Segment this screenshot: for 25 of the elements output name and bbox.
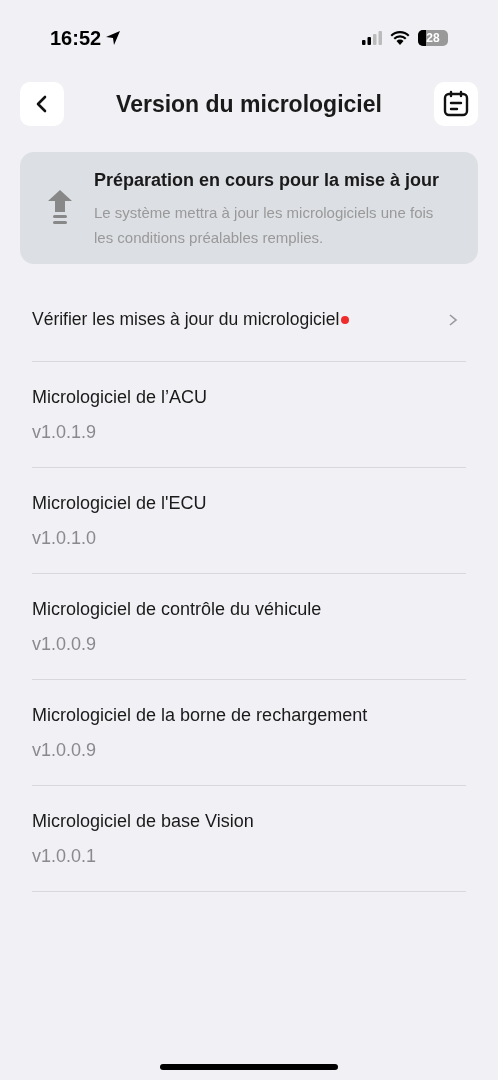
firmware-name: Micrologiciel de l’ACU bbox=[32, 385, 209, 409]
banner-text: Le système mettra à jour les micrologiciels une fois les conditions préalables remplies. bbox=[94, 203, 435, 248]
battery-icon: 28 bbox=[418, 30, 448, 46]
check-updates-label: Vérifier les mises à jour du micrologiciel bbox=[32, 308, 340, 332]
upload-icon bbox=[48, 190, 72, 226]
firmware-version: v1.0.0.9 bbox=[32, 738, 98, 762]
calendar-button[interactable] bbox=[434, 82, 478, 126]
check-updates-row[interactable]: Vérifier les mises à jour du micrologiciel bbox=[32, 278, 466, 362]
firmware-version: v1.0.0.9 bbox=[32, 632, 98, 656]
banner-title: Préparation en cours pour la mise à jour bbox=[94, 169, 441, 192]
chevron-right-icon bbox=[448, 312, 458, 327]
calendar-icon bbox=[442, 90, 470, 118]
firmware-version: v1.0.1.9 bbox=[32, 420, 98, 444]
back-button[interactable] bbox=[20, 82, 64, 126]
firmware-name: Micrologiciel de base Vision bbox=[32, 809, 255, 833]
location-arrow-icon bbox=[105, 30, 122, 46]
status-time: 16:52 bbox=[50, 26, 102, 51]
wifi-icon bbox=[390, 31, 410, 45]
page-title: Version du micrologiciel bbox=[116, 89, 382, 119]
firmware-name: Micrologiciel de contrôle du véhicule bbox=[32, 597, 323, 621]
signal-icon bbox=[362, 31, 382, 45]
firmware-version: v1.0.0.1 bbox=[32, 844, 98, 868]
firmware-name: Micrologiciel de l'ECU bbox=[32, 491, 208, 515]
firmware-name: Micrologiciel de la borne de rechargement bbox=[32, 703, 369, 727]
firmware-version: v1.0.1.0 bbox=[32, 526, 98, 550]
